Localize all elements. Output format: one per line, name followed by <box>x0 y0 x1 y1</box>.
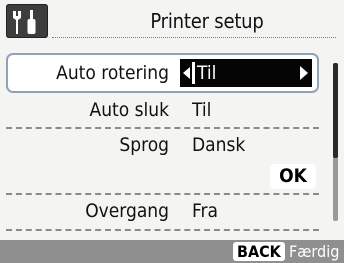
setting-value: Til <box>192 99 212 121</box>
setting-row-overgang[interactable]: Overgang Fra <box>6 193 319 230</box>
arrow-left-icon[interactable] <box>183 67 190 79</box>
setting-row-sprog[interactable]: Sprog Dansk <box>6 127 319 164</box>
setting-label: Sprog <box>119 134 169 156</box>
value-spinner[interactable]: Til <box>180 59 312 87</box>
setting-row-auto-sluk[interactable]: Auto sluk Til <box>6 92 319 129</box>
title-divider <box>52 37 336 38</box>
title-bar: Printer setup <box>0 0 344 40</box>
back-button[interactable]: BACK <box>233 242 285 261</box>
setting-value: Til <box>197 62 217 84</box>
back-action-label: Færdig <box>289 242 340 261</box>
arrow-right-icon[interactable] <box>300 66 308 80</box>
scrollbar-thumb[interactable] <box>333 63 338 158</box>
ok-button[interactable]: OK <box>270 164 316 189</box>
row-divider <box>6 229 319 231</box>
setting-label: Overgang <box>85 200 169 222</box>
settings-tools-icon[interactable] <box>6 4 48 38</box>
page-title: Printer setup <box>150 9 264 33</box>
text-cursor <box>192 62 195 84</box>
setting-label: Auto rotering <box>56 62 169 84</box>
footer-bar: BACK Færdig <box>0 240 344 263</box>
setting-row-auto-rotering[interactable]: Auto rotering Til <box>6 53 319 93</box>
setting-value: Fra <box>192 200 218 222</box>
setting-value: Dansk <box>192 134 246 156</box>
settings-list: Auto rotering Til Auto sluk Til Sprog Da… <box>6 53 319 233</box>
setting-label: Auto sluk <box>89 99 170 121</box>
